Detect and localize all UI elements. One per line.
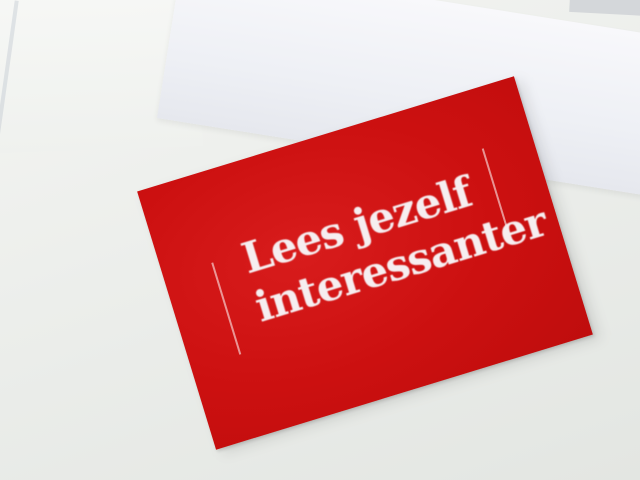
object-corner — [569, 0, 640, 17]
card-headline: Lees jezelf interessanter — [235, 167, 552, 333]
red-postcard: Lees jezelf interessanter — [137, 76, 593, 450]
photo-scene: Lees jezelf interessanter — [0, 0, 640, 480]
card-divider-left — [211, 262, 242, 355]
